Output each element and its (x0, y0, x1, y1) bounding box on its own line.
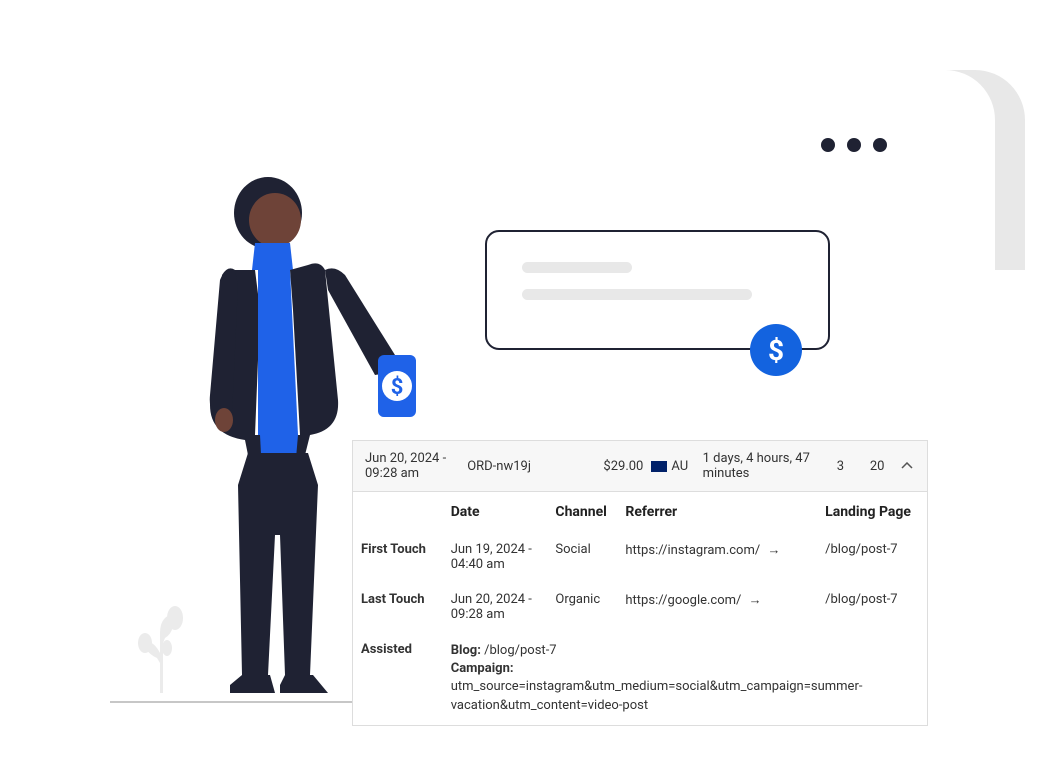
cell-referrer: https://instagram.com/ → (617, 532, 817, 582)
chevron-up-icon[interactable] (900, 459, 915, 474)
summary-touches: 3 (826, 459, 855, 474)
header-channel: Channel (547, 492, 617, 532)
detail-table: Date Channel Referrer Landing Page First… (353, 492, 927, 725)
assisted-content: Blog: /blog/post-7 Campaign: utm_source=… (443, 632, 927, 725)
browser-controls (821, 138, 887, 152)
cell-channel: Organic (547, 582, 617, 632)
summary-pageviews: 20 (863, 459, 892, 474)
assisted-row: Assisted Blog: /blog/post-7 Campaign: ut… (353, 632, 927, 725)
svg-text:$: $ (391, 375, 404, 400)
cell-landing: /blog/post-7 (817, 582, 927, 632)
row-label: First Touch (353, 532, 443, 582)
row-label: Assisted (353, 632, 443, 725)
arrow-icon: → (749, 593, 762, 608)
placeholder-line (522, 262, 632, 273)
summary-country: 🇦🇺 AU (651, 459, 694, 474)
dollar-icon: $ (750, 324, 802, 376)
cell-landing: /blog/post-7 (817, 532, 927, 582)
summary-row[interactable]: Jun 20, 2024 - 09:28 am ORD-nw19j $29.00… (353, 441, 927, 492)
first-touch-row: First Touch Jun 19, 2024 - 04:40 am Soci… (353, 532, 927, 582)
header-referrer: Referrer (617, 492, 817, 532)
last-touch-row: Last Touch Jun 20, 2024 - 09:28 am Organ… (353, 582, 927, 632)
arrow-icon: → (767, 543, 780, 558)
browser-dot (873, 138, 887, 152)
summary-date: Jun 20, 2024 - 09:28 am (365, 451, 459, 481)
cell-date: Jun 19, 2024 - 04:40 am (443, 532, 548, 582)
cell-referrer: https://google.com/ → (617, 582, 817, 632)
summary-duration: 1 days, 4 hours, 47 minutes (703, 451, 818, 481)
content-card: $ (485, 230, 830, 350)
attribution-table: Jun 20, 2024 - 09:28 am ORD-nw19j $29.00… (352, 440, 928, 726)
cell-date: Jun 20, 2024 - 09:28 am (443, 582, 548, 632)
row-label: Last Touch (353, 582, 443, 632)
flag-au-icon: 🇦🇺 (651, 461, 667, 472)
header-date: Date (443, 492, 548, 532)
browser-dot (847, 138, 861, 152)
placeholder-line (522, 289, 752, 300)
summary-order-id: ORD-nw19j (467, 459, 582, 474)
cell-channel: Social (547, 532, 617, 582)
browser-dot (821, 138, 835, 152)
browser-window: $ (435, 70, 995, 420)
summary-price: $29.00 (591, 459, 644, 474)
header-landing: Landing Page (817, 492, 927, 532)
